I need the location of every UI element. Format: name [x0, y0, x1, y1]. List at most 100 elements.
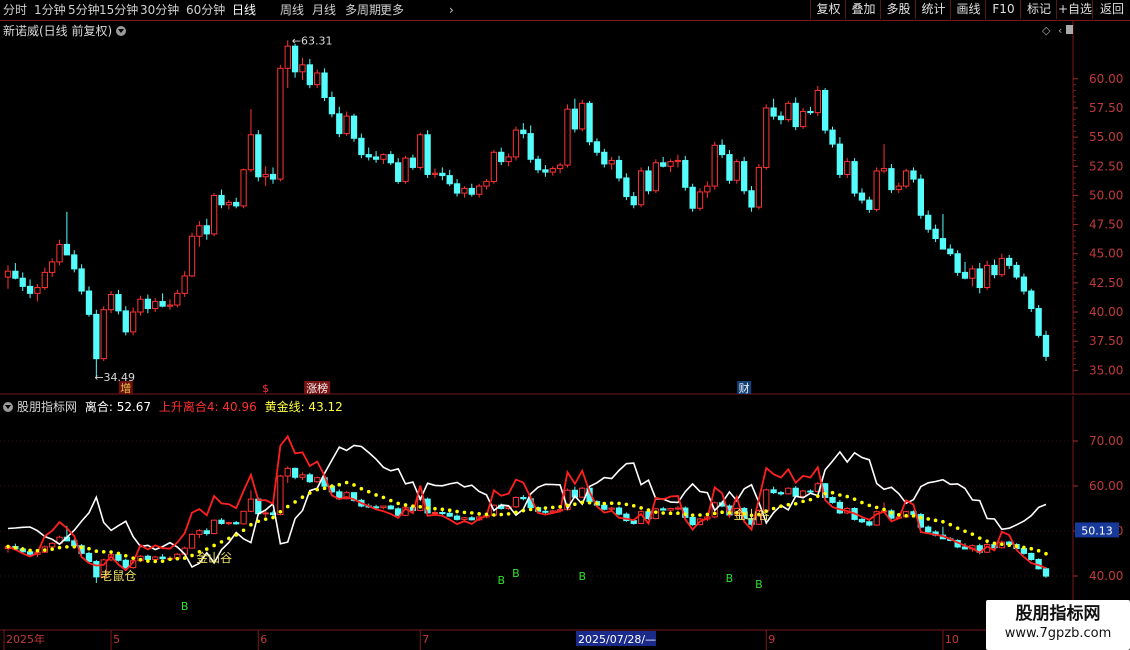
candle-body-122: [902, 170, 910, 187]
period-6[interactable]: 日线: [232, 2, 256, 18]
candle-body-113: [836, 143, 844, 175]
candle-body-78: [579, 102, 586, 130]
toolbar-button-2[interactable]: 多股: [880, 0, 916, 19]
candle-body-96: [711, 144, 718, 187]
yellow-dot-68: [506, 512, 511, 516]
candle-body-81: [601, 151, 608, 165]
chart-canvas[interactable]: 60.00 57.50 55.00 52.50 50.00 47.50 45.00 42.50…: [0, 0, 1130, 650]
period-4[interactable]: 30分钟: [140, 2, 179, 18]
indicator-menu-icon[interactable]: [3, 402, 13, 412]
period-0[interactable]: 分时: [3, 2, 27, 18]
candle-body-102: [755, 166, 763, 208]
ind-candle-body-38: [284, 467, 291, 477]
chevron-left-icon[interactable]: ‹: [1058, 24, 1062, 37]
period-8[interactable]: 月线: [312, 2, 336, 18]
period-7[interactable]: 周线: [280, 2, 304, 18]
yellow-dot-132: [977, 536, 982, 540]
period-3[interactable]: 15分钟: [99, 2, 138, 18]
yellow-dot-28: [212, 543, 216, 548]
chevron-right-icon[interactable]: ›: [449, 2, 454, 18]
toolbar-button-7[interactable]: +自选: [1056, 0, 1093, 19]
yellow-dot-96: [712, 511, 717, 516]
ind-candle-body-69: [512, 497, 520, 508]
diamond-icon[interactable]: ◇: [1042, 24, 1050, 37]
yellow-dot-9: [72, 544, 77, 549]
yellow-dot-23: [175, 556, 180, 561]
yellow-dot-71: [528, 507, 533, 512]
candle-body-49: [365, 154, 372, 158]
candle-body-52: [387, 154, 394, 164]
yellow-dot-76: [565, 503, 570, 508]
ind-candle-body-29: [218, 519, 225, 524]
ind-candle-body-58: [431, 512, 439, 515]
ind-candle-body-33: [247, 498, 255, 512]
candle-body-130: [961, 271, 969, 279]
toolbar-button-3[interactable]: 统计: [915, 0, 951, 19]
yellow-dot-111: [823, 491, 827, 496]
yellow-dot-24: [182, 556, 187, 560]
yellow-dot-122: [904, 513, 908, 518]
toolbar-button-6[interactable]: 标记: [1020, 0, 1057, 19]
candle-body-118: [873, 170, 880, 210]
candle-body-53: [395, 162, 402, 182]
period-10[interactable]: 更多: [380, 2, 404, 18]
top-toolbar: 分时 1分钟 5分钟 15分钟 30分钟 60分钟 日线 周线 月线 多周期 更多 › 复权 叠加 多股 统计…: [0, 0, 1130, 21]
stock-title[interactable]: 新诺威(日线 前复权): [3, 22, 127, 39]
annotation-0: 老鼠仓: [100, 569, 136, 583]
date-label-1: 5: [113, 633, 120, 646]
period-5[interactable]: 60分钟: [186, 2, 225, 18]
toolbar-button-5[interactable]: F10: [985, 0, 1021, 19]
period-1[interactable]: 1分钟: [34, 2, 66, 18]
candle-body-14: [107, 294, 115, 311]
candle-body-2: [19, 277, 26, 287]
yellow-dot-41: [308, 491, 312, 495]
candle-body-74: [549, 168, 556, 173]
candle-body-134: [991, 264, 998, 276]
toolbar-button-1[interactable]: 叠加: [845, 0, 881, 19]
ind-candle-body-40: [299, 474, 306, 478]
ind-label-0: 70.00: [1089, 434, 1123, 448]
ind-candle-body-52: [387, 505, 394, 510]
ind-candle-body-139: [1028, 552, 1035, 560]
toolbar-button-4[interactable]: 画线: [950, 0, 986, 19]
yellow-dot-49: [366, 489, 371, 494]
yellow-dot-0: [6, 544, 10, 549]
ind-candle-body-31: [233, 522, 240, 525]
title-menu-icon[interactable]: [116, 26, 127, 36]
candle-body-136: [1006, 257, 1013, 266]
candle-body-48: [358, 137, 365, 156]
candle-body-104: [770, 107, 777, 117]
ind-candle-body-125: [925, 526, 932, 533]
yellow-dot-32: [241, 528, 246, 533]
yellow-dot-104: [771, 506, 776, 511]
price-label-6: 45.00: [1089, 247, 1123, 261]
ind-candle-body-19: [144, 555, 152, 560]
ind-candle-body-42: [314, 477, 321, 483]
candle-body-34: [255, 134, 262, 178]
candle-body-115: [851, 161, 858, 194]
toolbar-button-0[interactable]: 复权: [810, 0, 846, 19]
candle-body-77: [571, 108, 579, 130]
candle-body-51: [380, 154, 387, 160]
yellow-dot-16: [123, 553, 128, 558]
yellow-dot-135: [1000, 542, 1004, 547]
candle-body-7: [56, 243, 63, 263]
toolbar-button-8[interactable]: 返回: [1092, 0, 1130, 19]
ind-candle-body-32: [240, 510, 247, 525]
stock-title-text: 新诺威(日线 前复权): [3, 24, 113, 38]
candle-body-106: [785, 102, 792, 121]
indicator-name[interactable]: 股朋指标网: [17, 400, 77, 414]
yellow-dot-81: [602, 501, 607, 506]
ind-candle-body-27: [203, 530, 210, 535]
candle-body-20: [152, 301, 159, 310]
candle-body-42: [314, 72, 321, 86]
yellow-dot-126: [933, 518, 938, 523]
window-box-icon[interactable]: [1066, 25, 1073, 34]
yellow-dot-38: [285, 504, 290, 509]
period-9[interactable]: 多周期: [345, 2, 381, 18]
yellow-dot-22: [168, 557, 172, 562]
period-2[interactable]: 5分钟: [68, 2, 100, 18]
yellow-dot-56: [418, 504, 423, 509]
yellow-dot-75: [558, 505, 562, 509]
yellow-dot-113: [838, 493, 842, 497]
